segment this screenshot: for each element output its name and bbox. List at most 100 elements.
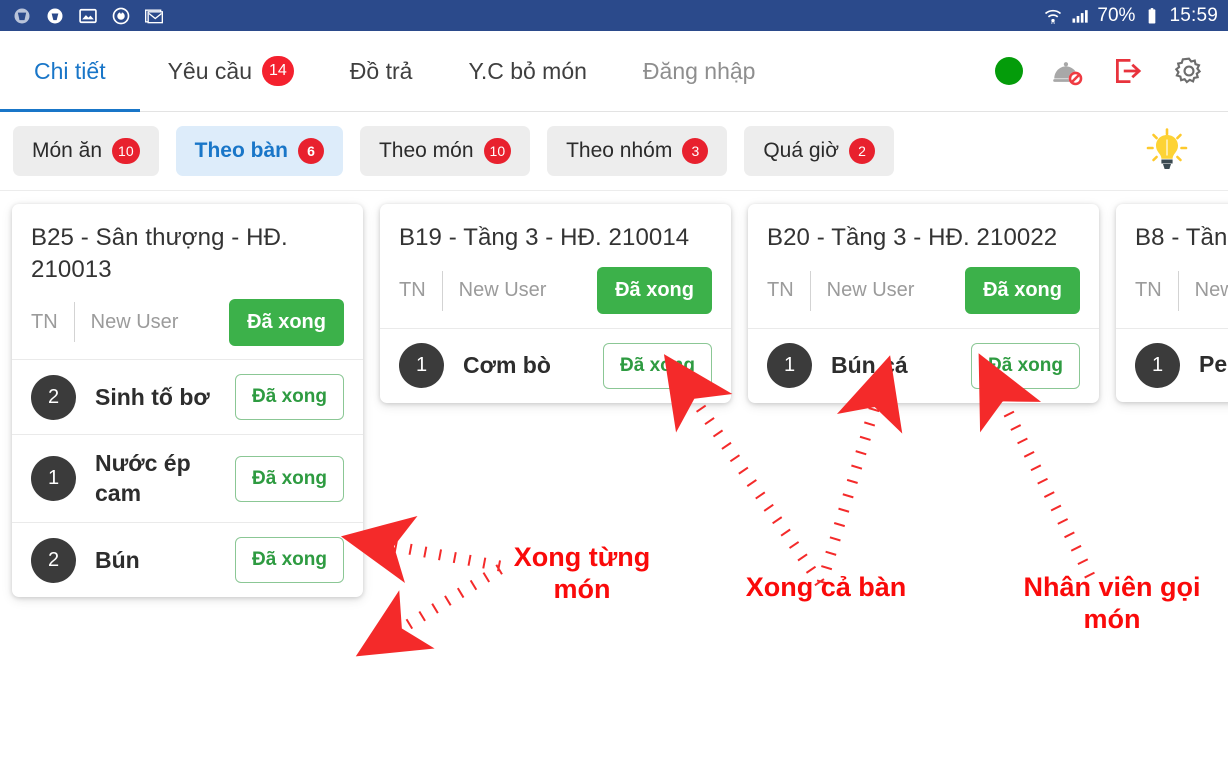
chip-badge-count: 6	[297, 138, 324, 164]
card-header: B20 - Tầng 3 - HĐ. 210022 TN New User Đã…	[748, 204, 1099, 328]
chip-label: Theo bàn	[194, 139, 288, 162]
arrow-to-item-done-2	[355, 564, 503, 657]
filter-chip-bar: Món ăn 10 Theo bàn 6 Theo món 10 Theo nh…	[0, 112, 1228, 191]
app-icon-2	[47, 8, 63, 23]
chip-label: Quá giờ	[763, 139, 839, 162]
tab-label: Yêu cầu	[167, 57, 252, 84]
tab-yc-bo-mon[interactable]: Y.C bỏ món	[440, 31, 614, 111]
item-done-button[interactable]: Đã xong	[603, 342, 712, 389]
chip-badge-count: 3	[682, 138, 709, 164]
staff-code-label: TN	[399, 279, 426, 302]
chip-label: Theo nhóm	[566, 139, 673, 162]
tab-badge-count: 14	[262, 56, 294, 86]
tab-chi-tiet[interactable]: Chi tiết	[0, 31, 140, 112]
item-done-button[interactable]: Đã xong	[235, 537, 344, 584]
item-name-label: Pep	[1199, 351, 1228, 378]
status-dot-online-icon	[995, 57, 1023, 85]
user-name-label: New User	[826, 279, 915, 302]
card-header: B8 - Tầng TN New	[1116, 204, 1228, 328]
order-card-list: B25 - Sân thượng - HĐ. 210013 TN New Use…	[0, 191, 1228, 748]
chip-theo-mon[interactable]: Theo món 10	[359, 126, 531, 176]
card-title: B19 - Tầng 3 - HĐ. 210014	[399, 224, 690, 251]
order-item-row[interactable]: 1 Nước ép cam Đã xong	[12, 434, 363, 522]
order-card[interactable]: B20 - Tầng 3 - HĐ. 210022 TN New User Đã…	[748, 204, 1099, 403]
item-quantity-badge: 1	[31, 456, 76, 502]
navbar-action-icons	[995, 31, 1228, 111]
order-item-row[interactable]: 2 Bún Đã xong	[12, 522, 363, 597]
main-navigation-bar: Chi tiết Yêu cầu 14 Đồ trả Y.C bỏ món Đă…	[0, 31, 1228, 112]
order-item-row[interactable]: 1 Cơm bò Đã xong	[380, 327, 731, 403]
battery-percent-label: 70%	[1097, 4, 1136, 26]
order-card[interactable]: B25 - Sân thượng - HĐ. 210013 TN New Use…	[12, 204, 363, 598]
status-bar: 70% 15:59	[0, 0, 1228, 31]
gmail-icon	[145, 9, 163, 23]
staff-code-label: TN	[1135, 279, 1162, 302]
user-name-label: New	[1194, 279, 1228, 302]
tab-label: Đăng nhập	[642, 57, 756, 84]
card-meta-row: TN New User Đã xong	[399, 267, 712, 315]
card-meta-row: TN New User Đã xong	[767, 267, 1080, 315]
item-name-label: Nước ép cam	[95, 450, 191, 506]
user-name-label: New User	[90, 310, 179, 333]
status-bar-app-icons	[12, 6, 164, 26]
chip-badge-count: 10	[483, 138, 512, 164]
tab-yeu-cau[interactable]: Yêu cầu 14	[140, 31, 322, 111]
annotation-label-nhan-vien-goi-mon: Nhân viên gọi món	[1023, 572, 1201, 634]
staff-code-label: TN	[767, 279, 794, 302]
table-done-button[interactable]: Đã xong	[229, 298, 344, 346]
item-quantity-badge: 1	[399, 343, 444, 389]
item-done-button[interactable]: Đã xong	[235, 455, 344, 502]
chip-label: Theo món	[378, 139, 474, 162]
status-bar-indicators: 70% 15:59	[1043, 5, 1218, 27]
logout-icon[interactable]	[1111, 54, 1145, 88]
gear-icon[interactable]	[1172, 54, 1206, 88]
table-done-button[interactable]: Đã xong	[965, 267, 1080, 315]
card-meta-row: TN New	[1135, 267, 1228, 315]
chip-mon-an[interactable]: Món ăn 10	[13, 126, 159, 176]
order-item-row[interactable]: 1 Bún cá Đã xong	[748, 327, 1099, 403]
annotation-label-xong-ca-ban: Xong cả bàn	[745, 572, 907, 602]
gallery-icon	[79, 8, 97, 23]
service-bell-muted-icon[interactable]	[1050, 54, 1084, 88]
lightbulb-icon[interactable]	[1145, 128, 1189, 174]
item-done-button[interactable]: Đã xong	[971, 342, 1080, 389]
tab-label: Y.C bỏ món	[468, 57, 587, 84]
user-name-label: New User	[458, 279, 547, 302]
arrow-to-item-done-1	[340, 515, 502, 583]
item-name-label: Bún	[95, 546, 140, 573]
card-title: B20 - Tầng 3 - HĐ. 210022	[767, 224, 1058, 251]
tab-dang-nhap[interactable]: Đăng nhập	[615, 31, 784, 111]
chip-label: Món ăn	[32, 139, 103, 162]
wifi-icon	[1045, 9, 1062, 24]
tab-label: Đồ trả	[349, 57, 413, 84]
staff-code-label: TN	[31, 310, 58, 333]
chip-theo-ban[interactable]: Theo bàn 6	[175, 126, 343, 176]
annotation-label-xong-tung-mon: Xong từng món	[513, 542, 651, 604]
chip-badge-count: 10	[112, 138, 140, 164]
table-done-button[interactable]: Đã xong	[597, 267, 712, 315]
item-done-button[interactable]: Đã xong	[235, 374, 344, 421]
chip-theo-nhom[interactable]: Theo nhóm 3	[547, 126, 728, 176]
card-title: B25 - Sân thượng - HĐ. 210013	[31, 224, 288, 283]
chip-badge-count: 2	[849, 138, 875, 164]
card-header: B25 - Sân thượng - HĐ. 210013 TN New Use…	[12, 204, 363, 359]
card-title: B8 - Tầng	[1135, 224, 1228, 251]
order-card[interactable]: B8 - Tầng TN New 1 Pep	[1116, 204, 1228, 402]
item-quantity-badge: 1	[767, 343, 812, 389]
item-name-label: Bún cá	[831, 351, 908, 378]
clock-icon	[112, 7, 130, 24]
card-meta-row: TN New User Đã xong	[31, 298, 344, 346]
tab-label: Chi tiết	[34, 57, 106, 84]
card-header: B19 - Tầng 3 - HĐ. 210014 TN New User Đã…	[380, 204, 731, 328]
battery-icon	[1149, 7, 1156, 23]
app-icon-1	[14, 8, 30, 23]
order-item-row[interactable]: 2 Sinh tố bơ Đã xong	[12, 359, 363, 434]
chip-qua-gio[interactable]: Quá giờ 2	[744, 126, 894, 176]
item-quantity-badge: 2	[31, 374, 76, 420]
item-name-label: Sinh tố bơ	[95, 383, 210, 410]
order-card[interactable]: B19 - Tầng 3 - HĐ. 210014 TN New User Đã…	[380, 204, 731, 403]
clock-label: 15:59	[1169, 4, 1218, 26]
tab-do-tra[interactable]: Đồ trả	[322, 31, 441, 111]
item-quantity-badge: 2	[31, 537, 76, 583]
order-item-row[interactable]: 1 Pep	[1116, 327, 1228, 402]
